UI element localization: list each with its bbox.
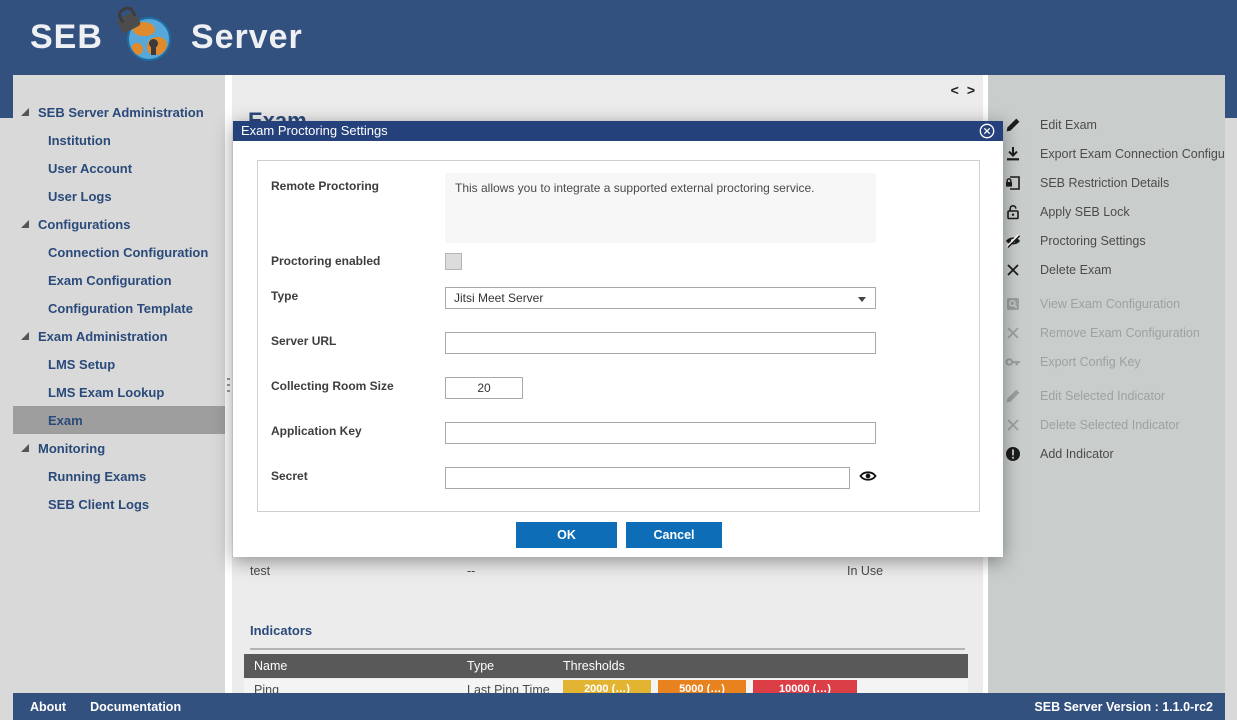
indicator-type: Last Ping Time [467, 683, 550, 693]
key-icon [1005, 354, 1021, 370]
sidebar-item-seb-server-administration[interactable]: SEB Server Administration [13, 98, 225, 126]
seb-server-app: SEB Server SEB Server Administration Ins… [0, 0, 1237, 720]
exam-configuration-row[interactable]: test -- In Use [232, 556, 983, 583]
action-add-indicator[interactable]: Add Indicator [988, 443, 1225, 465]
secret-label: Secret [271, 469, 441, 483]
type-select-value: Jitsi Meet Server [454, 291, 543, 305]
footer-bar: About Documentation SEB Server Version :… [13, 693, 1225, 720]
eye-off-icon [1005, 233, 1021, 249]
chevron-down-icon [858, 297, 866, 302]
action-apply-seb-lock[interactable]: Apply SEB Lock [988, 201, 1225, 223]
expander-icon[interactable] [21, 220, 29, 228]
close-icon[interactable] [979, 123, 995, 139]
x-icon [1005, 417, 1021, 433]
main-navigation: SEB Server Administration Institution Us… [13, 75, 225, 693]
threshold-badge: 2000 (…) [563, 680, 651, 693]
padlock-icon [1005, 204, 1021, 220]
sidebar-item-lms-setup[interactable]: LMS Setup [13, 350, 225, 378]
proctoring-form: Remote Proctoring This allows you to int… [257, 160, 980, 512]
threshold-badge: 5000 (…) [658, 680, 746, 693]
about-link[interactable]: About [30, 700, 66, 714]
action-proctoring-settings[interactable]: Proctoring Settings [988, 230, 1225, 252]
sidebar-item-connection-configuration[interactable]: Connection Configuration [13, 238, 225, 266]
pencil-icon [1005, 117, 1021, 133]
type-select[interactable]: Jitsi Meet Server [445, 287, 876, 309]
panel-controls: < > [951, 82, 975, 98]
x-icon [1005, 325, 1021, 341]
sidebar-item-institution[interactable]: Institution [13, 126, 225, 154]
expand-panel-icon[interactable]: > [967, 82, 975, 98]
brand-server: Server [191, 18, 303, 57]
action-export-config-key: Export Config Key [988, 351, 1225, 373]
application-key-input[interactable] [445, 422, 876, 444]
action-export-exam-connection-configuration[interactable]: Export Exam Connection Configura [988, 143, 1225, 165]
sidebar-item-user-logs[interactable]: User Logs [13, 182, 225, 210]
action-pane: Edit Exam Export Exam Connection Configu… [988, 75, 1225, 693]
sidebar-item-seb-client-logs[interactable]: SEB Client Logs [13, 490, 225, 518]
action-remove-exam-configuration: Remove Exam Configuration [988, 322, 1225, 344]
proctoring-enabled-label: Proctoring enabled [271, 254, 441, 268]
action-edit-selected-indicator: Edit Selected Indicator [988, 385, 1225, 407]
sidebar-item-exam-configuration[interactable]: Exam Configuration [13, 266, 225, 294]
column-header-type: Type [467, 659, 494, 673]
ok-button[interactable]: OK [516, 522, 617, 548]
eye-icon[interactable] [859, 467, 877, 485]
expander-icon[interactable] [21, 444, 29, 452]
indicator-row[interactable]: Ping Last Ping Time 2000 (…) 5000 (…) 10… [244, 679, 968, 693]
secret-input[interactable] [445, 467, 850, 489]
restriction-lock-icon [1005, 175, 1021, 191]
config-status: In Use [847, 564, 883, 578]
splitter-grip-icon[interactable] [227, 378, 230, 396]
action-view-exam-configuration: View Exam Configuration [988, 293, 1225, 315]
version-label: SEB Server Version : 1.1.0-rc2 [1034, 700, 1213, 714]
action-seb-restriction-details[interactable]: SEB Restriction Details [988, 172, 1225, 194]
download-icon [1005, 146, 1021, 162]
exclamation-circle-icon [1005, 446, 1021, 462]
sidebar-item-monitoring[interactable]: Monitoring [13, 434, 225, 462]
sidebar-item-configuration-template[interactable]: Configuration Template [13, 294, 225, 322]
magnifier-square-icon [1005, 296, 1021, 312]
sidebar-item-running-exams[interactable]: Running Exams [13, 462, 225, 490]
expander-icon[interactable] [21, 108, 29, 116]
x-icon [1005, 262, 1021, 278]
action-edit-exam[interactable]: Edit Exam [988, 114, 1225, 136]
exam-proctoring-settings-dialog: Exam Proctoring Settings Remote Proctori… [233, 121, 1003, 557]
config-name: test [250, 564, 270, 578]
application-key-label: Application Key [271, 424, 441, 438]
column-header-thresholds: Thresholds [563, 659, 625, 673]
remote-proctoring-description: This allows you to integrate a supported… [445, 173, 876, 243]
indicators-divider [250, 648, 965, 650]
seb-globe-lock-logo-icon [123, 13, 173, 63]
sidebar-item-exam[interactable]: Exam [13, 406, 225, 434]
threshold-badge: 10000 (…) [753, 680, 857, 693]
brand-seb: SEB [30, 18, 103, 57]
expander-icon[interactable] [21, 332, 29, 340]
dialog-title: Exam Proctoring Settings [233, 121, 1003, 141]
column-header-name: Name [254, 659, 287, 673]
cancel-button[interactable]: Cancel [626, 522, 722, 548]
sidebar-item-configurations[interactable]: Configurations [13, 210, 225, 238]
sidebar-item-lms-exam-lookup[interactable]: LMS Exam Lookup [13, 378, 225, 406]
app-header: SEB Server [0, 0, 1237, 75]
sidebar-item-user-account[interactable]: User Account [13, 154, 225, 182]
collecting-room-size-input[interactable] [445, 377, 523, 399]
server-url-label: Server URL [271, 334, 441, 348]
type-label: Type [271, 289, 441, 303]
sidebar-splitter[interactable] [225, 75, 232, 693]
indicators-table-header: Name Type Thresholds [244, 654, 968, 678]
action-delete-selected-indicator: Delete Selected Indicator [988, 414, 1225, 436]
proctoring-enabled-checkbox[interactable] [445, 253, 462, 270]
server-url-input[interactable] [445, 332, 876, 354]
collapse-panel-icon[interactable]: < [951, 82, 959, 98]
remote-proctoring-label: Remote Proctoring [271, 179, 441, 193]
indicators-section-title: Indicators [250, 623, 312, 638]
config-description: -- [467, 564, 475, 578]
pencil-icon [1005, 388, 1021, 404]
indicator-name: Ping [254, 683, 279, 693]
action-delete-exam[interactable]: Delete Exam [988, 259, 1225, 281]
collecting-room-size-label: Collecting Room Size [271, 379, 441, 393]
documentation-link[interactable]: Documentation [90, 700, 181, 714]
sidebar-item-exam-administration[interactable]: Exam Administration [13, 322, 225, 350]
